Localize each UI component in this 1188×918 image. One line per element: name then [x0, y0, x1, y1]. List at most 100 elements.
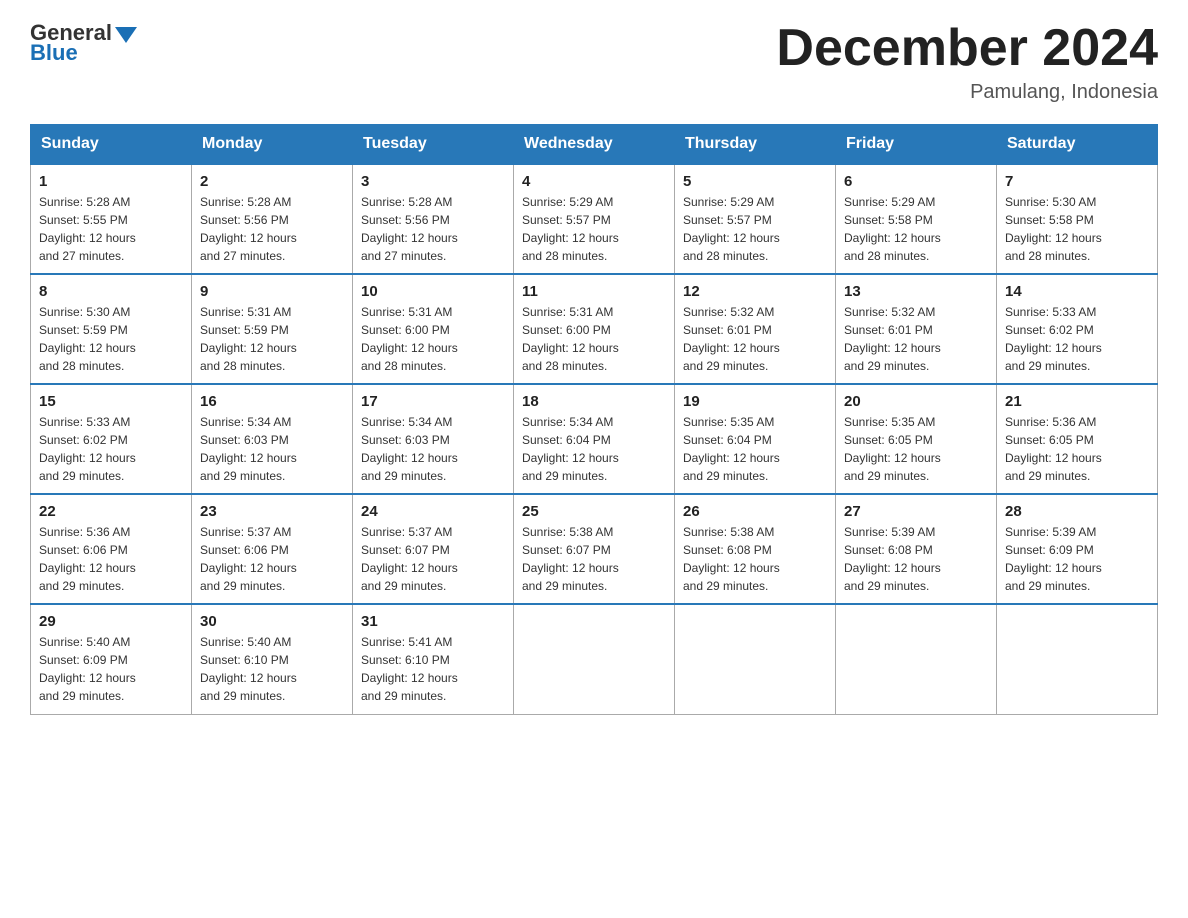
header-wednesday: Wednesday	[514, 125, 675, 165]
calendar-week-row: 29 Sunrise: 5:40 AMSunset: 6:09 PMDayligh…	[31, 604, 1158, 714]
calendar-cell	[836, 604, 997, 714]
calendar-week-row: 22Sunrise: 5:36 AMSunset: 6:06 PMDayligh…	[31, 494, 1158, 604]
day-info: Sunrise: 5:37 AMSunset: 6:06 PMDaylight:…	[200, 523, 344, 595]
calendar-cell: 16Sunrise: 5:34 AMSunset: 6:03 PMDayligh…	[192, 384, 353, 494]
location-text: Pamulang, Indonesia	[776, 81, 1158, 104]
day-info: Sunrise: 5:30 AMSunset: 5:59 PMDaylight:…	[39, 303, 183, 375]
day-info: Sunrise: 5:30 AMSunset: 5:58 PMDaylight:…	[1005, 193, 1149, 265]
calendar-week-row: 8Sunrise: 5:30 AMSunset: 5:59 PMDaylight…	[31, 274, 1158, 384]
day-number: 23	[200, 503, 344, 520]
day-info: Sunrise: 5:35 AMSunset: 6:05 PMDaylight:…	[844, 413, 988, 485]
calendar-cell: 25 Sunrise: 5:38 AMSunset: 6:07 PMDayligh…	[514, 494, 675, 604]
day-info: Sunrise: 5:37 AMSunset: 6:07 PMDaylight:…	[361, 523, 505, 595]
day-number: 21	[1005, 393, 1149, 410]
day-info: Sunrise: 5:33 AMSunset: 6:02 PMDaylight:…	[1005, 303, 1149, 375]
calendar-cell: 28 Sunrise: 5:39 AMSunset: 6:09 PMDayligh…	[997, 494, 1158, 604]
calendar-week-row: 15Sunrise: 5:33 AMSunset: 6:02 PMDayligh…	[31, 384, 1158, 494]
day-info: Sunrise: 5:32 AMSunset: 6:01 PMDaylight:…	[844, 303, 988, 375]
header-tuesday: Tuesday	[353, 125, 514, 165]
day-info: Sunrise: 5:39 AMSunset: 6:09 PMDaylight:…	[1005, 523, 1149, 595]
header-monday: Monday	[192, 125, 353, 165]
day-number: 14	[1005, 283, 1149, 300]
day-info: Sunrise: 5:40 AMSunset: 6:10 PMDaylight:…	[200, 633, 344, 705]
calendar-cell: 9 Sunrise: 5:31 AMSunset: 5:59 PMDaylight…	[192, 274, 353, 384]
day-info: Sunrise: 5:31 AMSunset: 5:59 PMDaylight:…	[200, 303, 344, 375]
day-info: Sunrise: 5:28 AMSunset: 5:56 PMDaylight:…	[200, 193, 344, 265]
calendar-cell: 7 Sunrise: 5:30 AMSunset: 5:58 PMDaylight…	[997, 164, 1158, 274]
day-info: Sunrise: 5:28 AMSunset: 5:56 PMDaylight:…	[361, 193, 505, 265]
calendar-cell: 20Sunrise: 5:35 AMSunset: 6:05 PMDayligh…	[836, 384, 997, 494]
day-number: 28	[1005, 503, 1149, 520]
title-section: December 2024 Pamulang, Indonesia	[776, 20, 1158, 104]
day-number: 29	[39, 613, 183, 630]
day-number: 2	[200, 173, 344, 190]
day-number: 17	[361, 393, 505, 410]
day-info: Sunrise: 5:39 AMSunset: 6:08 PMDaylight:…	[844, 523, 988, 595]
day-number: 1	[39, 173, 183, 190]
calendar-body: 1 Sunrise: 5:28 AMSunset: 5:55 PMDaylight…	[31, 164, 1158, 714]
calendar-cell: 4Sunrise: 5:29 AMSunset: 5:57 PMDaylight…	[514, 164, 675, 274]
calendar-cell: 23 Sunrise: 5:37 AMSunset: 6:06 PMDayligh…	[192, 494, 353, 604]
logo-blue-text: Blue	[30, 40, 78, 66]
day-info: Sunrise: 5:41 AMSunset: 6:10 PMDaylight:…	[361, 633, 505, 705]
calendar-cell: 17 Sunrise: 5:34 AMSunset: 6:03 PMDayligh…	[353, 384, 514, 494]
day-number: 5	[683, 173, 827, 190]
day-info: Sunrise: 5:40 AMSunset: 6:09 PMDaylight:…	[39, 633, 183, 705]
calendar-cell: 5 Sunrise: 5:29 AMSunset: 5:57 PMDaylight…	[675, 164, 836, 274]
logo: General Blue	[30, 20, 137, 66]
day-info: Sunrise: 5:29 AMSunset: 5:57 PMDaylight:…	[683, 193, 827, 265]
calendar-cell	[997, 604, 1158, 714]
day-info: Sunrise: 5:38 AMSunset: 6:08 PMDaylight:…	[683, 523, 827, 595]
day-info: Sunrise: 5:29 AMSunset: 5:57 PMDaylight:…	[522, 193, 666, 265]
calendar-cell: 13 Sunrise: 5:32 AMSunset: 6:01 PMDayligh…	[836, 274, 997, 384]
day-number: 26	[683, 503, 827, 520]
day-number: 7	[1005, 173, 1149, 190]
calendar-cell: 27 Sunrise: 5:39 AMSunset: 6:08 PMDayligh…	[836, 494, 997, 604]
calendar-cell: 15Sunrise: 5:33 AMSunset: 6:02 PMDayligh…	[31, 384, 192, 494]
calendar-cell: 31 Sunrise: 5:41 AMSunset: 6:10 PMDayligh…	[353, 604, 514, 714]
calendar-cell: 21 Sunrise: 5:36 AMSunset: 6:05 PMDayligh…	[997, 384, 1158, 494]
day-info: Sunrise: 5:28 AMSunset: 5:55 PMDaylight:…	[39, 193, 183, 265]
day-number: 10	[361, 283, 505, 300]
calendar-cell: 14 Sunrise: 5:33 AMSunset: 6:02 PMDayligh…	[997, 274, 1158, 384]
day-number: 3	[361, 173, 505, 190]
calendar-cell	[514, 604, 675, 714]
day-number: 24	[361, 503, 505, 520]
header-row: Sunday Monday Tuesday Wednesday Thursday…	[31, 125, 1158, 165]
calendar-cell: 1 Sunrise: 5:28 AMSunset: 5:55 PMDaylight…	[31, 164, 192, 274]
day-number: 19	[683, 393, 827, 410]
day-info: Sunrise: 5:34 AMSunset: 6:04 PMDaylight:…	[522, 413, 666, 485]
header-saturday: Saturday	[997, 125, 1158, 165]
day-info: Sunrise: 5:29 AMSunset: 5:58 PMDaylight:…	[844, 193, 988, 265]
day-info: Sunrise: 5:33 AMSunset: 6:02 PMDaylight:…	[39, 413, 183, 485]
header-sunday: Sunday	[31, 125, 192, 165]
calendar-cell: 30 Sunrise: 5:40 AMSunset: 6:10 PMDayligh…	[192, 604, 353, 714]
header-friday: Friday	[836, 125, 997, 165]
day-number: 13	[844, 283, 988, 300]
calendar-cell	[675, 604, 836, 714]
day-info: Sunrise: 5:32 AMSunset: 6:01 PMDaylight:…	[683, 303, 827, 375]
calendar-cell: 12 Sunrise: 5:32 AMSunset: 6:01 PMDayligh…	[675, 274, 836, 384]
logo-triangle-icon	[115, 23, 137, 45]
calendar-week-row: 1 Sunrise: 5:28 AMSunset: 5:55 PMDaylight…	[31, 164, 1158, 274]
day-number: 31	[361, 613, 505, 630]
day-number: 16	[200, 393, 344, 410]
day-info: Sunrise: 5:34 AMSunset: 6:03 PMDaylight:…	[361, 413, 505, 485]
day-number: 11	[522, 283, 666, 300]
day-number: 9	[200, 283, 344, 300]
day-number: 27	[844, 503, 988, 520]
calendar-cell: 19Sunrise: 5:35 AMSunset: 6:04 PMDayligh…	[675, 384, 836, 494]
calendar-cell: 11 Sunrise: 5:31 AMSunset: 6:00 PMDayligh…	[514, 274, 675, 384]
day-number: 30	[200, 613, 344, 630]
day-info: Sunrise: 5:36 AMSunset: 6:06 PMDaylight:…	[39, 523, 183, 595]
day-number: 25	[522, 503, 666, 520]
day-info: Sunrise: 5:31 AMSunset: 6:00 PMDaylight:…	[522, 303, 666, 375]
calendar-cell: 10Sunrise: 5:31 AMSunset: 6:00 PMDayligh…	[353, 274, 514, 384]
calendar-cell: 3 Sunrise: 5:28 AMSunset: 5:56 PMDaylight…	[353, 164, 514, 274]
day-info: Sunrise: 5:38 AMSunset: 6:07 PMDaylight:…	[522, 523, 666, 595]
calendar-cell: 29 Sunrise: 5:40 AMSunset: 6:09 PMDayligh…	[31, 604, 192, 714]
day-number: 12	[683, 283, 827, 300]
calendar-cell: 26 Sunrise: 5:38 AMSunset: 6:08 PMDayligh…	[675, 494, 836, 604]
day-info: Sunrise: 5:36 AMSunset: 6:05 PMDaylight:…	[1005, 413, 1149, 485]
day-number: 18	[522, 393, 666, 410]
